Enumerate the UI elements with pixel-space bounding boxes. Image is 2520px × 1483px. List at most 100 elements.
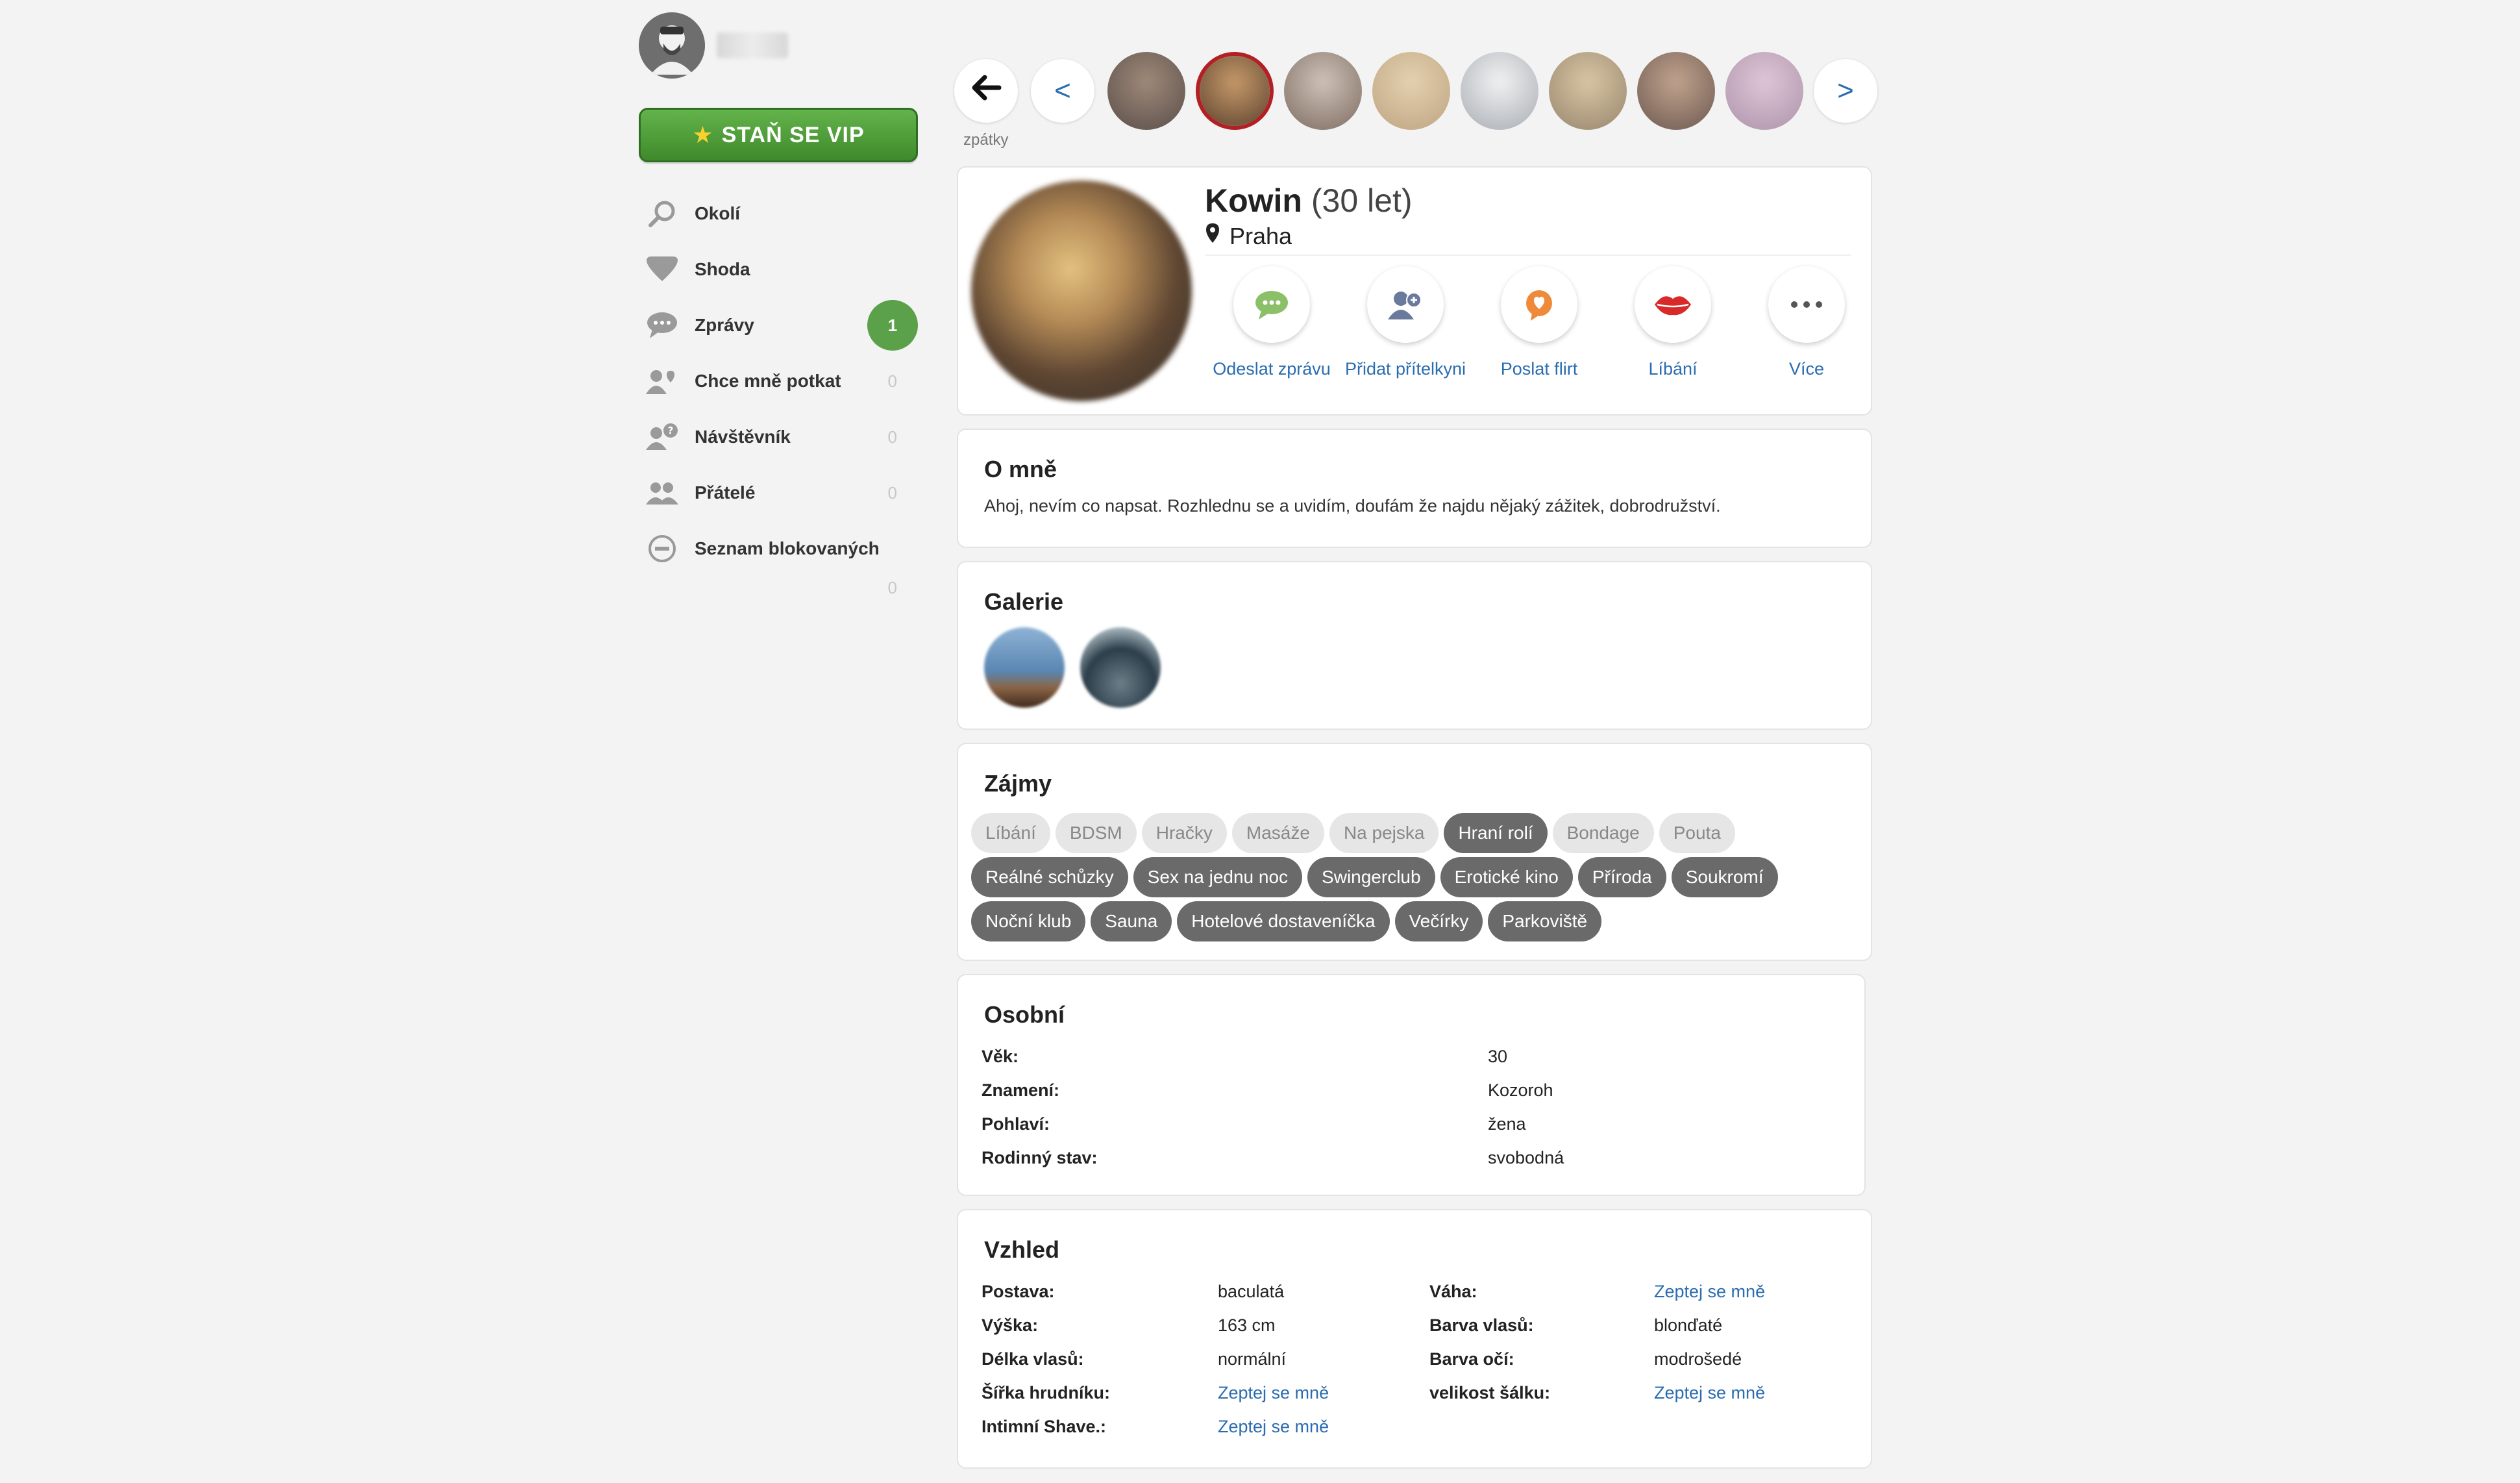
gallery-photo[interactable]	[984, 627, 1065, 708]
profile-photo[interactable]	[971, 181, 1192, 401]
info-value: 163 cm	[1218, 1315, 1276, 1335]
interest-tag[interactable]: Líbání	[971, 813, 1050, 853]
ask-me-link[interactable]: Zeptej se mně	[1654, 1383, 1765, 1403]
search-icon	[645, 197, 679, 231]
profile-location: Praha	[1205, 222, 1292, 250]
carousel-next-button[interactable]: >	[1814, 59, 1877, 123]
block-icon	[645, 532, 679, 566]
interest-tag[interactable]: Masáže	[1231, 813, 1324, 853]
send-message-button[interactable]: Odeslat zprávu	[1205, 266, 1339, 382]
kiss-button[interactable]: Líbání	[1606, 266, 1740, 382]
interest-tag[interactable]: Parkoviště	[1488, 901, 1602, 941]
action-label: Líbání	[1648, 359, 1698, 379]
interest-tag[interactable]: Pouta	[1659, 813, 1735, 853]
current-user[interactable]	[639, 12, 918, 79]
info-key: Váha:	[1429, 1282, 1477, 1301]
carousel-thumb[interactable]	[1372, 52, 1450, 130]
profile-name: Kowin (30 let)	[1205, 182, 1413, 219]
sidebar-menu: Okolí Shoda Zprávy 1 Chce mně potkat 0 ?	[639, 186, 918, 577]
more-icon	[1768, 266, 1845, 343]
info-key: Barva vlasů:	[1429, 1315, 1534, 1335]
info-key: velikost šálku:	[1429, 1383, 1551, 1402]
about-text: Ahoj, nevím co napsat. Rozhlednu se a uv…	[984, 496, 1721, 516]
info-value: normální	[1218, 1349, 1287, 1369]
chat-icon	[645, 308, 679, 342]
info-value: svobodná	[1488, 1148, 1564, 1167]
sidebar-item-pratele[interactable]: Přátelé 0	[639, 465, 918, 521]
ask-me-link[interactable]: Zeptej se mně	[1654, 1282, 1765, 1302]
interest-tag[interactable]: Soukromí	[1671, 857, 1778, 897]
interest-tag[interactable]: Hotelové dostaveníčka	[1177, 901, 1390, 941]
interests-card: Zájmy Líbání BDSM Hračky Masáže Na pejska Hra…	[957, 743, 1872, 961]
count: 0	[887, 482, 897, 503]
about-card: O mně Ahoj, nevím co napsat. Rozhlednu s…	[957, 429, 1872, 548]
interest-tag[interactable]: Bondage	[1552, 813, 1654, 853]
carousel-thumb[interactable]	[1725, 52, 1803, 130]
carousel-prev-button[interactable]: <	[1031, 59, 1094, 123]
divider	[1205, 255, 1851, 256]
interest-tag[interactable]: BDSM	[1055, 813, 1137, 853]
interest-tag[interactable]: Sex na jednu noc	[1133, 857, 1303, 897]
action-label: Odeslat zprávu	[1213, 359, 1331, 379]
count: 0	[887, 427, 897, 447]
gallery-photo[interactable]	[1080, 627, 1161, 708]
appearance-card: Vzhled Postava: baculatá Výška: 163 cm D…	[957, 1209, 1872, 1469]
become-vip-button[interactable]: ★ STAŇ SE VIP	[639, 108, 918, 162]
interest-tag[interactable]: Hraní rolí	[1444, 813, 1548, 853]
action-label: Přidat přítelkyni	[1344, 359, 1466, 379]
arrow-left-icon	[970, 75, 1002, 108]
section-title: Galerie	[984, 588, 1064, 615]
sidebar-item-navstevnik[interactable]: ? Návštěvník 0	[639, 409, 918, 465]
more-button[interactable]: Více	[1740, 266, 1873, 382]
ask-me-link[interactable]: Zeptej se mně	[1218, 1417, 1329, 1437]
chevron-left-icon: <	[1054, 75, 1071, 106]
info-key: Barva očí:	[1429, 1349, 1514, 1369]
sidebar-item-seznam-blokovanych[interactable]: Seznam blokovaných	[639, 521, 918, 577]
add-friend-icon	[1367, 266, 1444, 343]
info-value: žena	[1488, 1114, 1526, 1134]
sidebar-item-shoda[interactable]: Shoda	[639, 242, 918, 297]
info-key: Znamení:	[982, 1080, 1060, 1100]
carousel-thumb[interactable]	[1637, 52, 1715, 130]
sidebar-item-label: Zprávy	[695, 315, 754, 335]
carousel-thumb-active[interactable]	[1196, 52, 1274, 130]
carousel-thumb[interactable]	[1549, 52, 1627, 130]
carousel-thumb[interactable]	[1284, 52, 1362, 130]
info-value: blonďaté	[1654, 1315, 1723, 1335]
interest-tags: Líbání BDSM Hračky Masáže Na pejska Hraní rol…	[971, 813, 1860, 945]
profile-name-text: Kowin	[1205, 182, 1302, 219]
interest-tag[interactable]: Swingerclub	[1307, 857, 1435, 897]
add-friend-button[interactable]: Přidat přítelkyni	[1339, 266, 1472, 382]
info-value: baculatá	[1218, 1282, 1285, 1301]
ask-me-link[interactable]: Zeptej se mně	[1218, 1383, 1329, 1403]
interest-tag[interactable]: Příroda	[1577, 857, 1666, 897]
info-key: Pohlaví:	[982, 1114, 1050, 1134]
interest-tag[interactable]: Hračky	[1141, 813, 1227, 853]
profile-age: (30 let)	[1311, 182, 1413, 219]
unread-badge: 1	[867, 300, 918, 351]
send-flirt-button[interactable]: Poslat flirt	[1472, 266, 1606, 382]
sidebar-item-label: Shoda	[695, 259, 750, 279]
info-value: 30	[1488, 1047, 1508, 1066]
sidebar-item-label: Okolí	[695, 203, 741, 223]
section-title: Zájmy	[984, 770, 1052, 797]
sidebar-item-chce-mne-potkat[interactable]: Chce mně potkat 0	[639, 353, 918, 409]
sidebar-item-zpravy[interactable]: Zprávy 1	[639, 297, 918, 353]
carousel-thumb[interactable]	[1107, 52, 1185, 130]
users-heart-icon	[645, 364, 679, 398]
gallery-card: Galerie	[957, 561, 1872, 730]
interest-tag[interactable]: Sauna	[1091, 901, 1172, 941]
info-value: modrošedé	[1654, 1349, 1742, 1369]
carousel-thumb[interactable]	[1461, 52, 1538, 130]
sidebar-item-okoli[interactable]: Okolí	[639, 186, 918, 242]
interest-tag[interactable]: Erotické kino	[1440, 857, 1573, 897]
interest-tag[interactable]: Na pejska	[1329, 813, 1439, 853]
friends-icon	[645, 476, 679, 510]
profile-actions: Odeslat zprávu Přidat přítelkyni Poslat …	[1205, 266, 1873, 382]
interest-tag[interactable]: Noční klub	[971, 901, 1086, 941]
avatar[interactable]	[639, 12, 705, 79]
back-button[interactable]	[954, 59, 1018, 123]
interest-tag[interactable]: Večírky	[1394, 901, 1483, 941]
info-key: Rodinný stav:	[982, 1148, 1098, 1167]
interest-tag[interactable]: Reálné schůzky	[971, 857, 1128, 897]
